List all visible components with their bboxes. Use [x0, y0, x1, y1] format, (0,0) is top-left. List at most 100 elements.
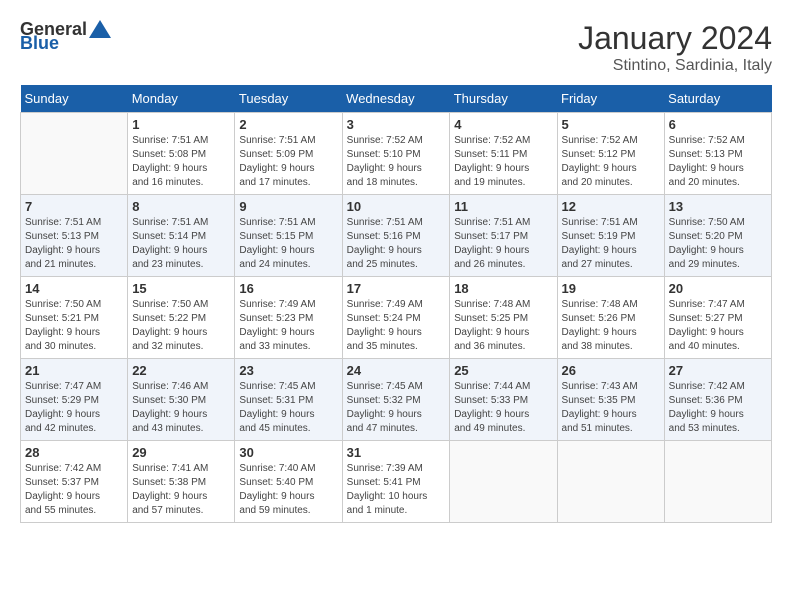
day-number: 11 — [454, 199, 552, 214]
calendar-cell: 17Sunrise: 7:49 AM Sunset: 5:24 PM Dayli… — [342, 277, 450, 359]
calendar-cell: 2 Sunrise: 7:51 AM Sunset: 5:09 PM Daylig… — [235, 113, 342, 195]
calendar-cell: 4 Sunrise: 7:52 AM Sunset: 5:11 PM Daylig… — [450, 113, 557, 195]
day-number: 31 — [347, 445, 446, 460]
day-info: Sunrise: 7:45 AM Sunset: 5:32 PM Dayligh… — [347, 380, 446, 436]
day-number: 2 — [239, 117, 337, 132]
day-info: Sunrise: 7:46 AM Sunset: 5:30 PM Dayligh… — [132, 380, 230, 436]
calendar-cell: 19 Sunrise: 7:48 AM Sunset: 5:26 PM Dayli… — [557, 277, 664, 359]
calendar-cell — [557, 441, 664, 523]
day-number: 8 — [132, 199, 230, 214]
calendar-cell: 13Sunrise: 7:50 AM Sunset: 5:20 PM Dayli… — [664, 195, 771, 277]
day-number: 5 — [562, 117, 660, 132]
day-info: Sunrise: 7:50 AM Sunset: 5:20 PM Dayligh… — [669, 216, 767, 272]
calendar-cell — [664, 441, 771, 523]
day-info: Sunrise: 7:52 AM Sunset: 5:10 PM Dayligh… — [347, 134, 446, 190]
day-info: Sunrise: 7:52 AM Sunset: 5:11 PM Dayligh… — [454, 134, 552, 190]
week-row: 28 Sunrise: 7:42 AM Sunset: 5:37 PM Dayli… — [21, 441, 772, 523]
day-info: Sunrise: 7:47 AM Sunset: 5:29 PM Dayligh… — [25, 380, 123, 436]
day-info: Sunrise: 7:50 AM Sunset: 5:22 PM Dayligh… — [132, 298, 230, 354]
calendar-cell: 6 Sunrise: 7:52 AM Sunset: 5:13 PM Daylig… — [664, 113, 771, 195]
calendar-cell: 22 Sunrise: 7:46 AM Sunset: 5:30 PM Dayli… — [128, 359, 235, 441]
day-number: 7 — [25, 199, 123, 214]
day-number: 16 — [239, 281, 337, 296]
header: General Blue January 2024 Stintino, Sard… — [20, 20, 772, 75]
calendar-table: SundayMondayTuesdayWednesdayThursdayFrid… — [20, 85, 772, 523]
logo-blue: Blue — [20, 34, 59, 52]
day-info: Sunrise: 7:50 AM Sunset: 5:21 PM Dayligh… — [25, 298, 123, 354]
col-header-sunday: Sunday — [21, 85, 128, 113]
day-number: 12 — [562, 199, 660, 214]
day-number: 14 — [25, 281, 123, 296]
col-header-tuesday: Tuesday — [235, 85, 342, 113]
day-number: 30 — [239, 445, 337, 460]
calendar-cell: 1 Sunrise: 7:51 AM Sunset: 5:08 PM Daylig… — [128, 113, 235, 195]
calendar-cell — [450, 441, 557, 523]
calendar-cell: 29 Sunrise: 7:41 AM Sunset: 5:38 PM Dayli… — [128, 441, 235, 523]
header-row: SundayMondayTuesdayWednesdayThursdayFrid… — [21, 85, 772, 113]
calendar-cell: 14 Sunrise: 7:50 AM Sunset: 5:21 PM Dayli… — [21, 277, 128, 359]
day-info: Sunrise: 7:51 AM Sunset: 5:08 PM Dayligh… — [132, 134, 230, 190]
week-row: 1 Sunrise: 7:51 AM Sunset: 5:08 PM Daylig… — [21, 113, 772, 195]
day-info: Sunrise: 7:49 AM Sunset: 5:23 PM Dayligh… — [239, 298, 337, 354]
day-info: Sunrise: 7:39 AM Sunset: 5:41 PM Dayligh… — [347, 462, 446, 518]
calendar-cell: 30 Sunrise: 7:40 AM Sunset: 5:40 PM Dayli… — [235, 441, 342, 523]
calendar-cell: 20 Sunrise: 7:47 AM Sunset: 5:27 PM Dayli… — [664, 277, 771, 359]
day-info: Sunrise: 7:45 AM Sunset: 5:31 PM Dayligh… — [239, 380, 337, 436]
calendar-cell — [21, 113, 128, 195]
day-info: Sunrise: 7:51 AM Sunset: 5:13 PM Dayligh… — [25, 216, 123, 272]
day-number: 25 — [454, 363, 552, 378]
day-info: Sunrise: 7:51 AM Sunset: 5:09 PM Dayligh… — [239, 134, 337, 190]
col-header-wednesday: Wednesday — [342, 85, 450, 113]
day-info: Sunrise: 7:52 AM Sunset: 5:12 PM Dayligh… — [562, 134, 660, 190]
calendar-cell: 3 Sunrise: 7:52 AM Sunset: 5:10 PM Daylig… — [342, 113, 450, 195]
calendar-cell: 16 Sunrise: 7:49 AM Sunset: 5:23 PM Dayli… — [235, 277, 342, 359]
calendar-cell: 15 Sunrise: 7:50 AM Sunset: 5:22 PM Dayli… — [128, 277, 235, 359]
day-info: Sunrise: 7:48 AM Sunset: 5:26 PM Dayligh… — [562, 298, 660, 354]
day-number: 24 — [347, 363, 446, 378]
day-info: Sunrise: 7:49 AM Sunset: 5:24 PM Dayligh… — [347, 298, 446, 354]
logo-icon — [89, 20, 111, 38]
day-number: 4 — [454, 117, 552, 132]
day-info: Sunrise: 7:52 AM Sunset: 5:13 PM Dayligh… — [669, 134, 767, 190]
day-number: 15 — [132, 281, 230, 296]
calendar-cell: 21 Sunrise: 7:47 AM Sunset: 5:29 PM Dayli… — [21, 359, 128, 441]
week-row: 14 Sunrise: 7:50 AM Sunset: 5:21 PM Dayli… — [21, 277, 772, 359]
day-info: Sunrise: 7:47 AM Sunset: 5:27 PM Dayligh… — [669, 298, 767, 354]
day-number: 18 — [454, 281, 552, 296]
day-info: Sunrise: 7:48 AM Sunset: 5:25 PM Dayligh… — [454, 298, 552, 354]
day-info: Sunrise: 7:51 AM Sunset: 5:19 PM Dayligh… — [562, 216, 660, 272]
day-number: 6 — [669, 117, 767, 132]
calendar-cell: 28 Sunrise: 7:42 AM Sunset: 5:37 PM Dayli… — [21, 441, 128, 523]
day-number: 10 — [347, 199, 446, 214]
calendar-cell: 8Sunrise: 7:51 AM Sunset: 5:14 PM Daylig… — [128, 195, 235, 277]
calendar-cell: 26Sunrise: 7:43 AM Sunset: 5:35 PM Dayli… — [557, 359, 664, 441]
day-info: Sunrise: 7:40 AM Sunset: 5:40 PM Dayligh… — [239, 462, 337, 518]
calendar-cell: 5 Sunrise: 7:52 AM Sunset: 5:12 PM Daylig… — [557, 113, 664, 195]
day-info: Sunrise: 7:44 AM Sunset: 5:33 PM Dayligh… — [454, 380, 552, 436]
day-info: Sunrise: 7:51 AM Sunset: 5:15 PM Dayligh… — [239, 216, 337, 272]
day-number: 28 — [25, 445, 123, 460]
day-number: 1 — [132, 117, 230, 132]
week-row: 7 Sunrise: 7:51 AM Sunset: 5:13 PM Daylig… — [21, 195, 772, 277]
day-number: 23 — [239, 363, 337, 378]
day-number: 20 — [669, 281, 767, 296]
calendar-cell: 31 Sunrise: 7:39 AM Sunset: 5:41 PM Dayli… — [342, 441, 450, 523]
month-title: January 2024 — [578, 20, 772, 57]
calendar-cell: 12 Sunrise: 7:51 AM Sunset: 5:19 PM Dayli… — [557, 195, 664, 277]
day-number: 3 — [347, 117, 446, 132]
day-info: Sunrise: 7:41 AM Sunset: 5:38 PM Dayligh… — [132, 462, 230, 518]
day-number: 22 — [132, 363, 230, 378]
day-number: 9 — [239, 199, 337, 214]
title-area: January 2024 Stintino, Sardinia, Italy — [578, 20, 772, 75]
location-title: Stintino, Sardinia, Italy — [578, 57, 772, 75]
day-number: 29 — [132, 445, 230, 460]
calendar-cell: 7 Sunrise: 7:51 AM Sunset: 5:13 PM Daylig… — [21, 195, 128, 277]
day-info: Sunrise: 7:42 AM Sunset: 5:37 PM Dayligh… — [25, 462, 123, 518]
day-number: 19 — [562, 281, 660, 296]
calendar-cell: 9 Sunrise: 7:51 AM Sunset: 5:15 PM Daylig… — [235, 195, 342, 277]
col-header-friday: Friday — [557, 85, 664, 113]
calendar-cell: 11Sunrise: 7:51 AM Sunset: 5:17 PM Dayli… — [450, 195, 557, 277]
day-info: Sunrise: 7:43 AM Sunset: 5:35 PM Dayligh… — [562, 380, 660, 436]
logo: General Blue — [20, 20, 111, 52]
day-number: 21 — [25, 363, 123, 378]
